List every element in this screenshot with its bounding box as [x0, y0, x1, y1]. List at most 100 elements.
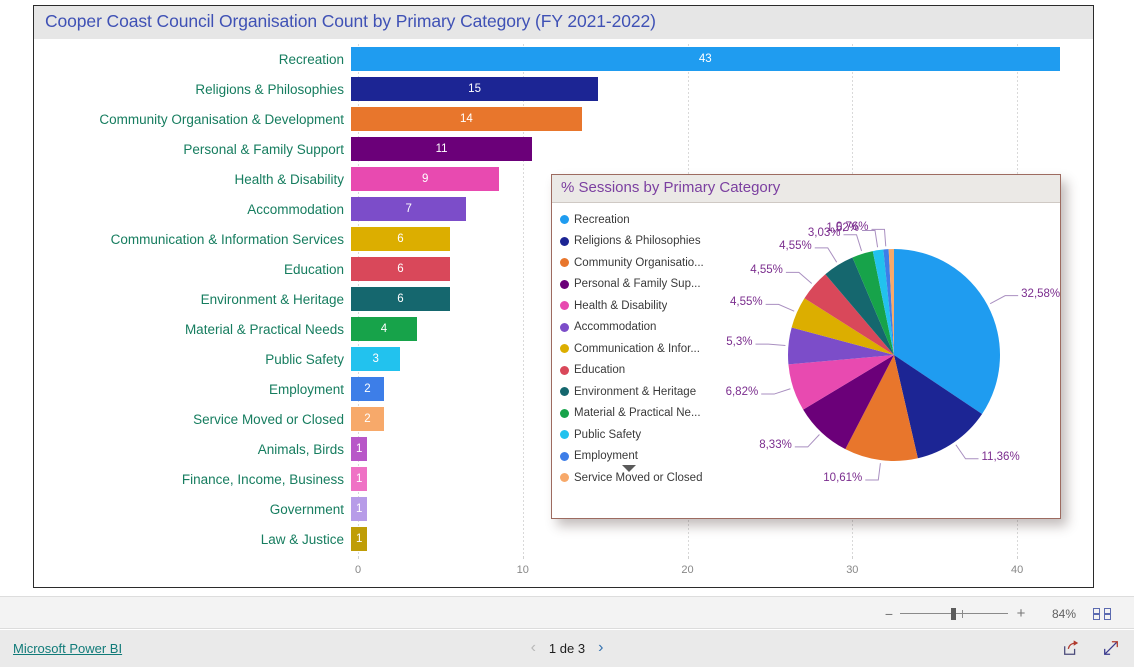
fullscreen-icon[interactable]	[1102, 639, 1120, 657]
zoom-slider-thumb[interactable]	[951, 607, 956, 620]
bar-segment[interactable]: 1	[351, 467, 368, 491]
pie-legend-label: Personal & Family Sup...	[574, 278, 701, 291]
previous-page-icon[interactable]: ‹	[531, 640, 536, 656]
pie-legend-item[interactable]: Community Organisatio...	[560, 252, 735, 274]
bar-visual-title: Cooper Coast Council Organisation Count …	[45, 11, 656, 31]
pie-legend-item[interactable]: Service Moved or Closed	[560, 467, 735, 489]
pie-legend-item[interactable]: Communication & Infor...	[560, 338, 735, 360]
bar-track: 14	[351, 104, 1093, 134]
bar-chart-row[interactable]: Community Organisation & Development 14	[34, 104, 1093, 134]
pie-value-label: 32,58%	[1021, 287, 1061, 300]
bar-track: 1	[351, 524, 1093, 554]
pie-legend-item[interactable]: Public Safety	[560, 424, 735, 446]
bar-category-label: Education	[283, 261, 344, 277]
footer-bar: Microsoft Power BI ‹ 1 de 3 ›	[0, 630, 1134, 667]
zoom-slider-notch	[962, 609, 963, 618]
zoom-level-label: 84%	[1051, 606, 1076, 621]
power-bi-report-viewer: Cooper Coast Council Organisation Count …	[0, 0, 1134, 667]
bar-value-label: 4	[380, 323, 388, 335]
pie-legend-item[interactable]: Personal & Family Sup...	[560, 274, 735, 296]
bar-value-label: 15	[468, 83, 481, 95]
legend-color-swatch	[560, 301, 569, 311]
pie-value-label: 4,55%	[779, 239, 812, 252]
x-axis-tick-label: 30	[846, 564, 859, 576]
legend-color-swatch	[560, 236, 569, 246]
pie-legend-item[interactable]: Environment & Heritage	[560, 381, 735, 403]
fit-to-page-icon[interactable]	[1092, 607, 1112, 621]
bar-segment[interactable]: 9	[351, 167, 500, 191]
bar-segment[interactable]: 11	[351, 137, 533, 161]
bar-category-label: Law & Justice	[260, 531, 344, 547]
bar-category-label: Government	[269, 501, 344, 517]
next-page-icon[interactable]: ›	[598, 640, 603, 656]
pie-legend-item[interactable]: Material & Practical Ne...	[560, 403, 735, 425]
bar-value-label: 6	[397, 293, 404, 305]
x-axis-tick-mark	[522, 556, 524, 559]
bar-segment[interactable]: 1	[351, 497, 368, 521]
pie-legend-label: Employment	[574, 450, 638, 463]
pie-legend-item[interactable]: Education	[560, 360, 735, 382]
status-bar: − + 84%	[0, 596, 1134, 629]
pie-legend-label: Community Organisatio...	[574, 256, 704, 269]
zoom-controls: − + 84%	[882, 605, 1112, 622]
bar-segment[interactable]: 4	[351, 317, 417, 341]
legend-color-swatch	[560, 473, 569, 483]
pie-legend-label: Religions & Philosophies	[574, 235, 701, 248]
legend-color-swatch	[560, 322, 569, 332]
pie-chart-area: 32,58% 11,36% 10,61% 8,33% 6,82% 5,3% 4,55% 4,5…	[726, 205, 1061, 518]
bar-segment[interactable]: 3	[351, 347, 401, 371]
bar-segment[interactable]: 2	[351, 407, 384, 431]
footer-actions	[1062, 639, 1120, 657]
bar-segment[interactable]: 1	[351, 527, 368, 551]
pie-legend-item[interactable]: Accommodation	[560, 317, 735, 339]
pie-legend-label: Material & Practical Ne...	[574, 407, 701, 420]
bar-segment[interactable]: 14	[351, 107, 582, 131]
pie-legend-label: Recreation	[574, 213, 630, 226]
chevron-down-icon[interactable]	[622, 465, 636, 472]
bar-chart-row[interactable]: Personal & Family Support 11	[34, 134, 1093, 164]
x-axis-tick-mark	[1017, 556, 1019, 559]
bar-segment[interactable]: 6	[351, 257, 450, 281]
bar-segment[interactable]: 6	[351, 287, 450, 311]
bar-chart-x-axis: 0 10 20 30 40	[354, 556, 1083, 584]
pie-legend-item[interactable]: Employment	[560, 446, 735, 468]
pie-legend-item[interactable]: Recreation	[560, 209, 735, 231]
bar-value-label: 2	[364, 383, 371, 395]
zoom-slider[interactable]	[900, 607, 1008, 621]
pie-legend: Recreation Religions & Philosophies Commun…	[560, 209, 735, 489]
bar-segment[interactable]: 6	[351, 227, 450, 251]
page-navigation: ‹ 1 de 3 ›	[0, 640, 1134, 656]
zoom-out-button[interactable]: −	[882, 606, 896, 622]
zoom-in-button[interactable]: +	[1014, 605, 1028, 622]
share-icon[interactable]	[1062, 639, 1080, 657]
bar-segment[interactable]: 43	[351, 47, 1060, 71]
pie-value-label: 4,55%	[750, 264, 783, 277]
bar-chart-row[interactable]: Religions & Philosophies 15	[34, 74, 1093, 104]
bar-value-label: 6	[397, 233, 404, 245]
pie-legend-item[interactable]: Religions & Philosophies	[560, 231, 735, 253]
bar-track: 43	[351, 44, 1093, 74]
pie-legend-label: Education	[574, 364, 626, 377]
report-canvas: Cooper Coast Council Organisation Count …	[33, 5, 1094, 588]
bar-category-label: Finance, Income, Business	[181, 471, 344, 487]
bar-category-label: Health & Disability	[234, 171, 344, 187]
pie-legend-item[interactable]: Health & Disability	[560, 295, 735, 317]
pie-value-label: 8,33%	[759, 438, 792, 451]
bar-value-label: 2	[364, 413, 371, 425]
bar-chart-row[interactable]: Law & Justice 1	[34, 524, 1093, 554]
bar-segment[interactable]: 1	[351, 437, 368, 461]
x-axis-tick-label: 0	[354, 564, 362, 576]
pie-value-label: 5,3%	[726, 336, 753, 349]
bar-chart-row[interactable]: Recreation 43	[34, 44, 1093, 74]
bar-segment[interactable]: 2	[351, 377, 384, 401]
bar-value-label: 1	[356, 503, 363, 515]
pie-visual[interactable]: % Sessions by Primary Category Recreatio…	[551, 174, 1061, 519]
bar-segment[interactable]: 15	[351, 77, 599, 101]
pie-value-label: 4,55%	[730, 296, 763, 309]
bar-segment[interactable]: 7	[351, 197, 467, 221]
x-axis-tick-mark	[687, 556, 689, 559]
page-indicator-label: 1 de 3	[548, 640, 586, 656]
pie-visual-header: % Sessions by Primary Category	[552, 175, 1060, 203]
bar-category-label: Communication & Information Services	[110, 231, 344, 247]
legend-color-swatch	[560, 279, 569, 289]
